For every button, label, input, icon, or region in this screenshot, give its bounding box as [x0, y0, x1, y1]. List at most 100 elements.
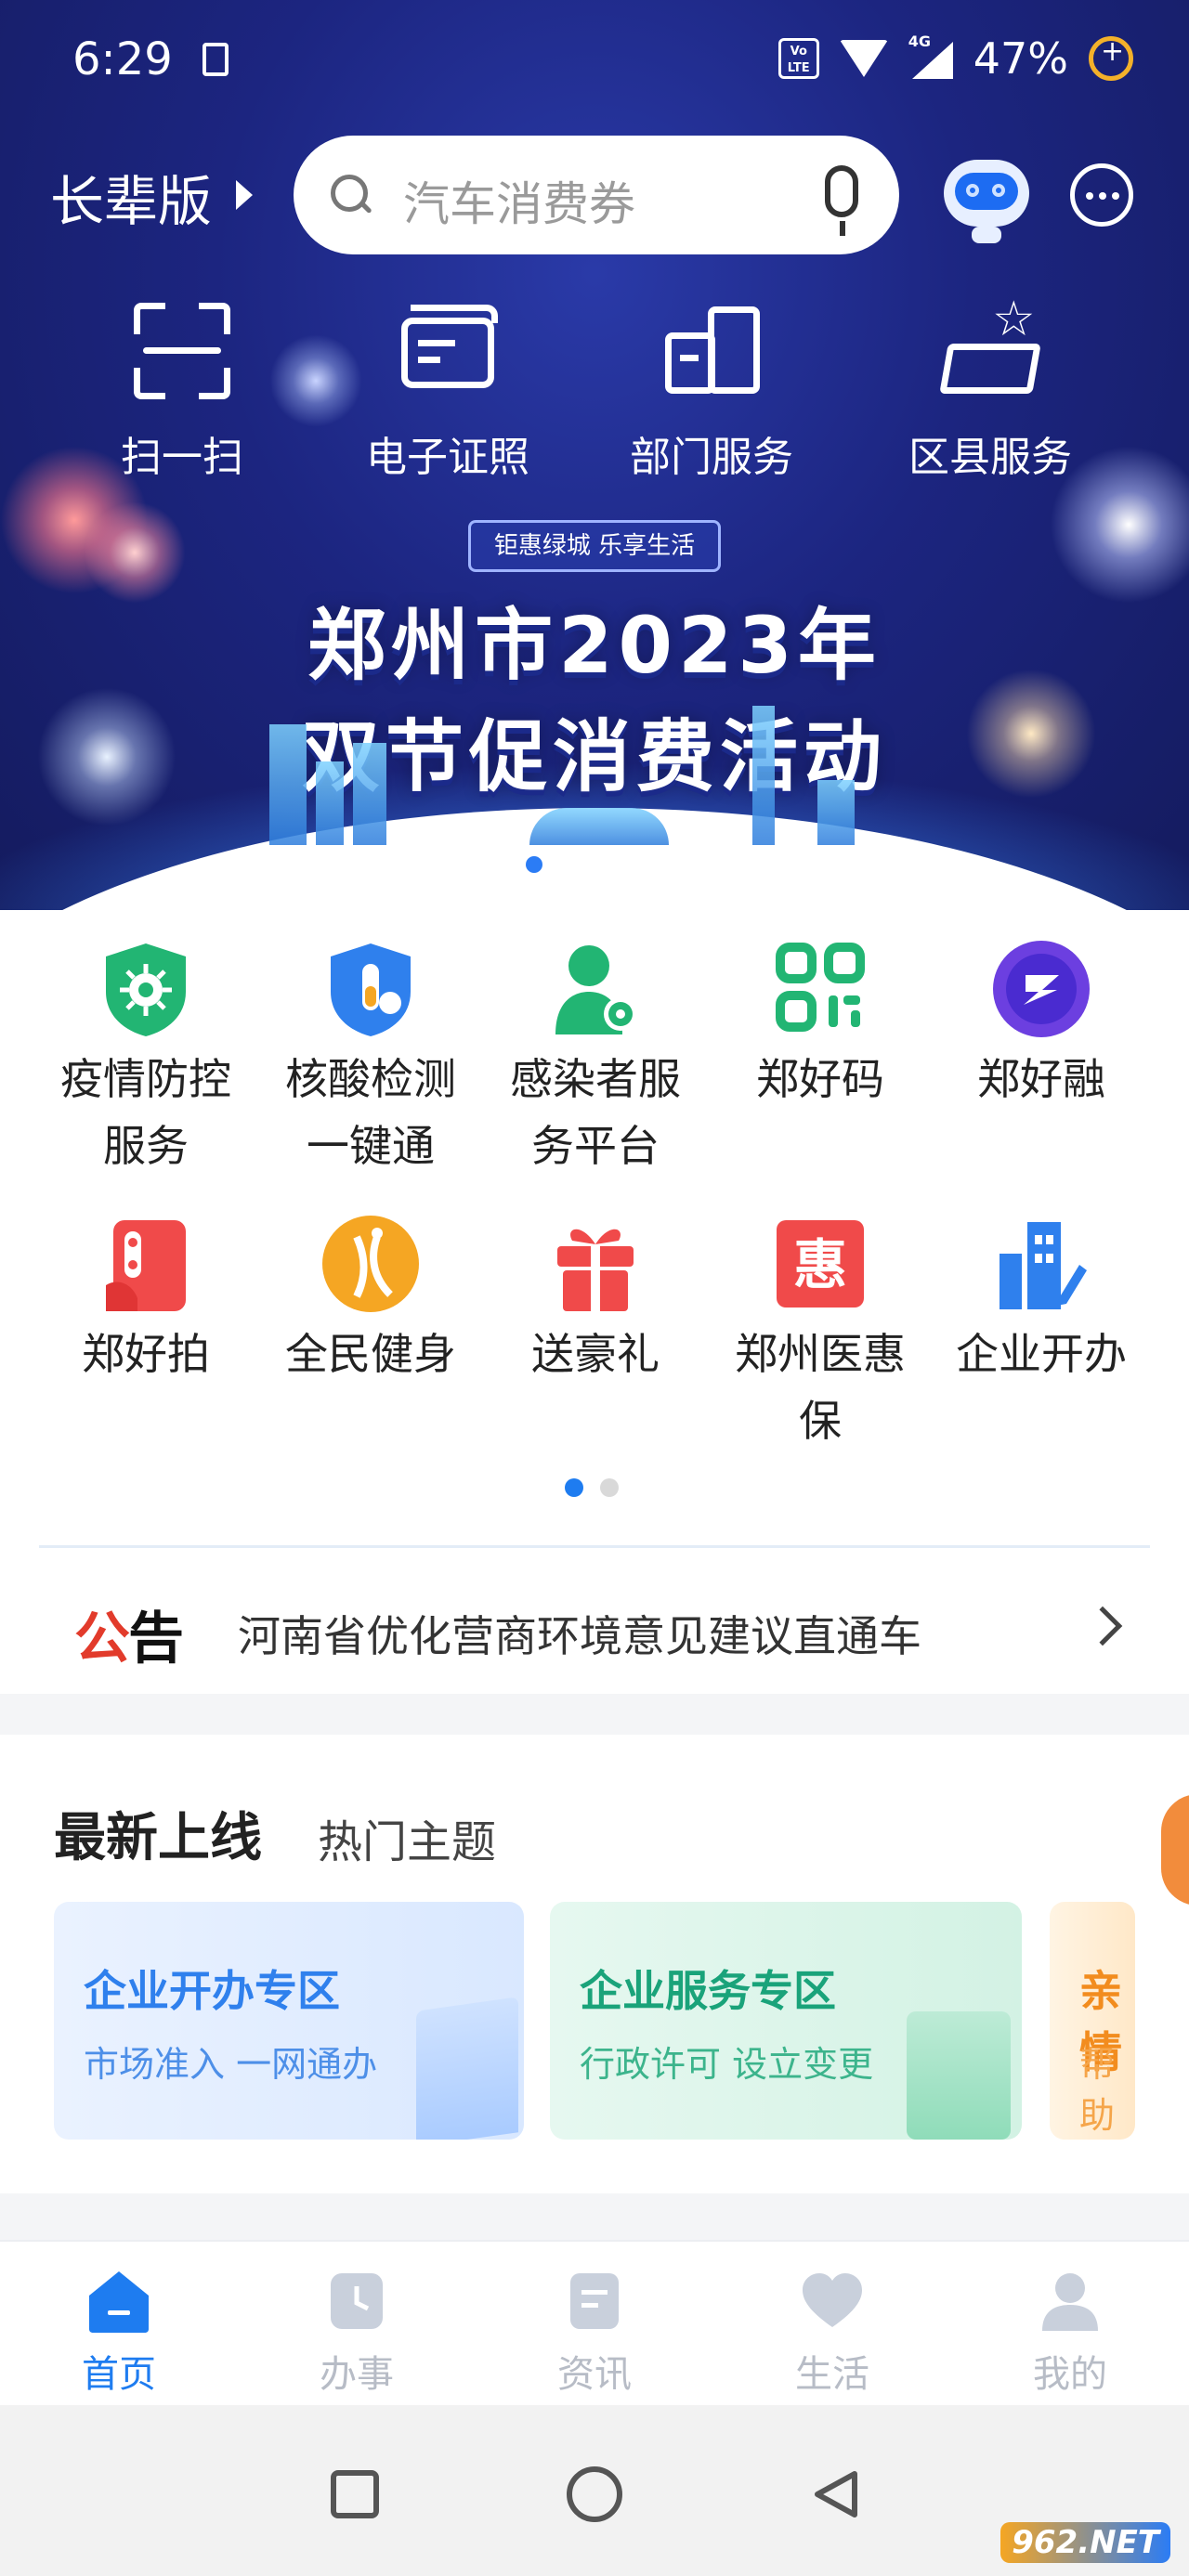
banner-carousel-dots	[490, 856, 684, 873]
quick-action-label: 部门服务	[630, 434, 793, 481]
carousel-dot[interactable]	[490, 856, 507, 873]
section-title-latest[interactable]: 最新上线	[54, 1796, 262, 1871]
service-zhenghao-finance[interactable]: 郑好融	[929, 938, 1154, 1112]
floating-action-button[interactable]	[1161, 1794, 1189, 1906]
battery-percent: 47%	[973, 33, 1068, 84]
recent-apps-icon[interactable]	[331, 2470, 379, 2518]
zone-card-enterprise-setup[interactable]: 企业开办专区 市场准入 一网通办	[54, 1902, 524, 2140]
tab-label: 资讯	[557, 2353, 632, 2396]
quick-action-county[interactable]: ☆ 区县服务	[879, 295, 1102, 483]
e-license-icon	[392, 295, 503, 407]
hero-banner[interactable]: 6:29 Vo LTE 4G 47% 长辈版 汽车消费券	[0, 0, 1189, 910]
carousel-dot[interactable]	[561, 856, 578, 873]
carousel-dot[interactable]	[596, 856, 613, 873]
zone-subtitle: 市场准入 一网通办	[84, 2044, 378, 2085]
fitness-icon	[320, 1213, 422, 1315]
notice-text: 河南省优化营商环境意见建议直通车	[238, 1611, 921, 1661]
service-label: 感染者服 务平台	[510, 1054, 681, 1171]
enterprise-icon	[990, 1213, 1092, 1315]
heart-icon	[799, 2268, 866, 2335]
service-zhenghao-photo[interactable]: 郑好拍	[33, 1213, 258, 1387]
service-medical-insurance[interactable]: 惠 郑州医惠保	[708, 1213, 933, 1454]
city-skyline-illustration	[251, 706, 938, 845]
service-gift[interactable]: 送豪礼	[483, 1213, 708, 1387]
tab-profile[interactable]: 我的	[977, 2268, 1163, 2398]
tab-life[interactable]: 生活	[739, 2268, 925, 2398]
service-page-indicator	[565, 1478, 619, 1497]
quick-action-label: 区县服务	[908, 434, 1072, 481]
section-divider	[39, 1545, 1150, 1548]
document-illustration	[907, 2011, 1011, 2140]
tab-label: 我的	[1033, 2353, 1107, 2396]
service-infected-platform[interactable]: 感染者服 务平台	[483, 938, 708, 1179]
section-gap	[0, 2193, 1189, 2240]
system-navigation-bar: 962.NET	[0, 2405, 1189, 2576]
test-tube-shield-icon	[320, 938, 422, 1040]
chevron-right-icon	[1082, 1606, 1123, 1646]
clock-icon	[323, 2268, 390, 2335]
service-enterprise-setup[interactable]: 企业开办	[929, 1213, 1154, 1387]
service-label: 郑州医惠保	[735, 1329, 906, 1446]
service-label: 郑好码	[756, 1054, 884, 1104]
home-icon	[85, 2268, 152, 2335]
message-more-icon[interactable]	[1070, 163, 1133, 227]
service-label: 企业开办	[956, 1329, 1127, 1379]
service-label: 核酸检测 一键通	[285, 1054, 456, 1171]
microphone-icon[interactable]	[825, 165, 858, 236]
caret-right-icon	[236, 180, 253, 210]
qr-code-icon	[769, 938, 871, 1040]
service-label: 郑好拍	[82, 1329, 210, 1379]
medical-insurance-icon: 惠	[769, 1213, 871, 1315]
carousel-dot[interactable]	[667, 856, 684, 873]
page-dot[interactable]	[600, 1478, 619, 1497]
back-icon[interactable]	[810, 2468, 862, 2520]
zone-card-family[interactable]: 亲情 帮助	[1050, 1902, 1135, 2140]
zone-title: 企业服务专区	[580, 1966, 836, 2016]
service-nucleic-test[interactable]: 核酸检测 一键通	[258, 938, 483, 1179]
status-time: 6:29	[72, 33, 173, 85]
service-zhenghao-code[interactable]: 郑好码	[708, 938, 933, 1112]
tab-news[interactable]: 资讯	[502, 2268, 687, 2398]
quick-action-e-license[interactable]: 电子证照	[336, 295, 559, 483]
assistant-robot-icon[interactable]	[938, 147, 1035, 243]
quick-action-scan[interactable]: 扫一扫	[71, 295, 294, 483]
status-right: Vo LTE 4G 47%	[777, 33, 1133, 84]
quick-action-label: 扫一扫	[121, 434, 243, 481]
carousel-dot-active[interactable]	[526, 856, 542, 873]
signal-icon: 4G	[908, 33, 953, 79]
service-epidemic-prevention[interactable]: 疫情防控 服务	[33, 938, 258, 1179]
battery-icon	[1089, 35, 1133, 81]
person-gear-icon	[544, 938, 647, 1040]
section-gap	[0, 1694, 1189, 1735]
department-icon	[656, 295, 767, 407]
profile-icon	[1037, 2268, 1104, 2335]
notice-bar[interactable]: 公告 河南省优化营商环境意见建议直通车	[0, 1560, 1189, 1690]
status-bar: 6:29 Vo LTE 4G 47%	[0, 0, 1189, 121]
tab-label: 办事	[320, 2353, 394, 2396]
tab-hot-topics[interactable]: 热门主题	[318, 1805, 496, 1870]
tab-services[interactable]: 办事	[264, 2268, 450, 2398]
search-bar[interactable]: 汽车消费券	[294, 136, 899, 254]
quick-action-department[interactable]: 部门服务	[600, 295, 823, 483]
service-label: 郑好融	[977, 1054, 1105, 1104]
watermark-logo: 962.NET	[1000, 2522, 1170, 2563]
zone-card-enterprise-service[interactable]: 企业服务专区 行政许可 设立变更	[550, 1902, 1022, 2140]
bottom-tab-bar: 首页 办事 资讯 生活 我的	[0, 2240, 1189, 2405]
home-button-icon[interactable]	[567, 2466, 622, 2522]
svg-text:惠: 惠	[793, 1233, 847, 1296]
carousel-dot[interactable]	[632, 856, 648, 873]
quick-action-label: 电子证照	[366, 434, 529, 481]
volte-icon: Vo LTE	[777, 38, 819, 79]
elder-mode-button[interactable]: 长辈版	[50, 158, 212, 236]
service-label: 疫情防控 服务	[60, 1054, 231, 1171]
service-label: 全民健身	[285, 1329, 456, 1379]
notice-logo: 公告	[74, 1607, 184, 1672]
page-dot-active[interactable]	[565, 1478, 583, 1497]
building-illustration	[416, 1997, 518, 2140]
tab-home[interactable]: 首页	[26, 2268, 212, 2398]
search-input[interactable]: 汽车消费券	[403, 167, 635, 234]
download-icon	[203, 43, 229, 76]
phone-camera-icon	[95, 1213, 197, 1315]
service-national-fitness[interactable]: 全民健身	[258, 1213, 483, 1387]
banner-tag: 钜惠绿城 乐享生活	[468, 520, 721, 572]
